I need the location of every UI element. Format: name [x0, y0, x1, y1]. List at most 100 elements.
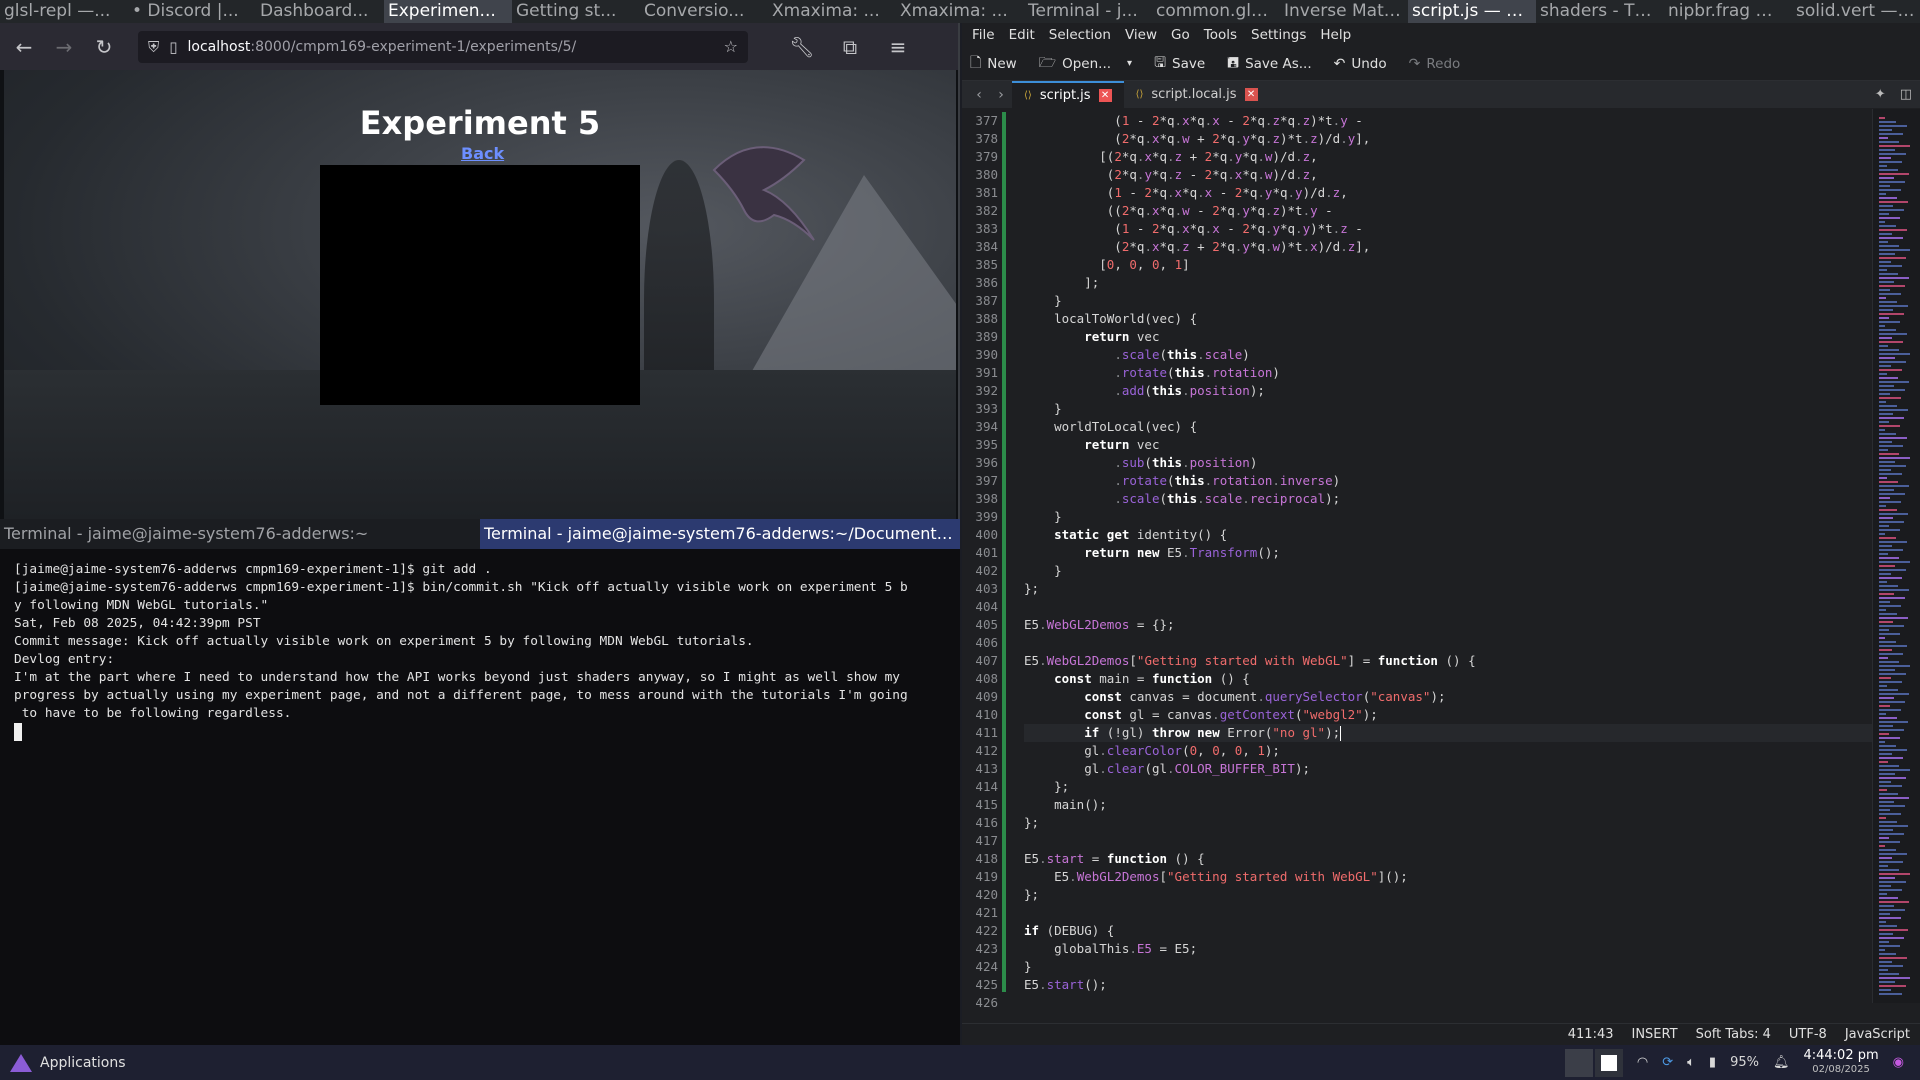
- code-line[interactable]: [(2*q.x*q.z + 2*q.y*q.w)/d.z,: [1024, 148, 1872, 166]
- code-line[interactable]: return vec: [1024, 436, 1872, 454]
- indent-mode[interactable]: Soft Tabs: 4: [1696, 1027, 1771, 1042]
- code-line[interactable]: }: [1024, 958, 1872, 976]
- code-line[interactable]: E5.start = function () {: [1024, 850, 1872, 868]
- code-line[interactable]: [1024, 634, 1872, 652]
- code-text[interactable]: (1 - 2*q.x*q.x - 2*q.z*q.z)*t.y - (2*q.x…: [1006, 109, 1872, 1003]
- wrench-icon[interactable]: 🔧︎: [786, 31, 818, 63]
- code-line[interactable]: };: [1024, 778, 1872, 796]
- reload-icon[interactable]: ↻: [88, 31, 120, 63]
- volume-icon[interactable]: 🔈︎: [1687, 1055, 1695, 1070]
- code-line[interactable]: localToWorld(vec) {: [1024, 310, 1872, 328]
- syntax-language[interactable]: JavaScript: [1845, 1027, 1910, 1042]
- menu-tools[interactable]: Tools: [1204, 27, 1237, 43]
- workspace-1[interactable]: [1564, 1048, 1593, 1077]
- code-line[interactable]: ((2*q.x*q.w - 2*q.y*q.z)*t.y -: [1024, 202, 1872, 220]
- terminal-output[interactable]: [jaime@jaime-system76-adderws cmpm169-ex…: [0, 549, 960, 753]
- code-line[interactable]: (1 - 2*q.x*q.x - 2*q.z*q.z)*t.y -: [1024, 112, 1872, 130]
- code-line[interactable]: .scale(this.scale): [1024, 346, 1872, 364]
- menu-view[interactable]: View: [1125, 27, 1157, 43]
- back-arrow-icon[interactable]: ←: [8, 31, 40, 63]
- code-line[interactable]: (1 - 2*q.x*q.x - 2*q.y*q.y)*t.z -: [1024, 220, 1872, 238]
- code-line[interactable]: .rotate(this.rotation): [1024, 364, 1872, 382]
- open-button[interactable]: 🗁 Open... ▾: [1039, 52, 1132, 76]
- code-line[interactable]: return vec: [1024, 328, 1872, 346]
- menu-file[interactable]: File: [972, 27, 995, 43]
- window-tab[interactable]: Terminal - j...: [1024, 0, 1152, 23]
- menu-edit[interactable]: Edit: [1009, 27, 1035, 43]
- code-line[interactable]: [1024, 598, 1872, 616]
- window-tab[interactable]: Inverse Matrix Ca...: [1280, 0, 1408, 23]
- cursor-position[interactable]: 411:43: [1568, 1027, 1614, 1042]
- code-line[interactable]: [0, 0, 0, 1]: [1024, 256, 1872, 274]
- bookmark-star-icon[interactable]: ☆: [724, 37, 738, 56]
- editor-tab[interactable]: ⟨⟩ script.local.js ✕: [1124, 81, 1270, 108]
- notification-bell-icon[interactable]: 🔔︎: [1773, 1055, 1790, 1070]
- encoding[interactable]: UTF-8: [1789, 1027, 1827, 1042]
- window-tab[interactable]: Xmaxima: ...: [896, 0, 1024, 23]
- close-tab-icon[interactable]: ✕: [1244, 88, 1258, 101]
- code-line[interactable]: (2*q.x*q.w + 2*q.y*q.z)*t.z)/d.y],: [1024, 130, 1872, 148]
- window-tab[interactable]: glsl-repl —...: [0, 0, 128, 23]
- window-tab[interactable]: solid.vert — KWrite: [1792, 0, 1920, 23]
- new-button[interactable]: 🗋 New: [970, 52, 1017, 76]
- code-line[interactable]: .add(this.position);: [1024, 382, 1872, 400]
- editor-tab[interactable]: ⟨⟩ script.js ✕: [1012, 81, 1124, 108]
- code-line[interactable]: E5.WebGL2Demos["Getting started with Web…: [1024, 868, 1872, 886]
- applications-button[interactable]: Applications: [10, 1053, 126, 1072]
- extensions-icon[interactable]: ⧉: [834, 31, 866, 63]
- shield-icon[interactable]: ⛨: [148, 38, 159, 56]
- code-line[interactable]: worldToLocal(vec) {: [1024, 418, 1872, 436]
- menu-go[interactable]: Go: [1171, 27, 1190, 43]
- window-tab[interactable]: Xmaxima: ...: [768, 0, 896, 23]
- code-line[interactable]: [1024, 904, 1872, 922]
- code-line[interactable]: const gl = canvas.getContext("webgl2");: [1024, 706, 1872, 724]
- minimap-scrollbar[interactable]: [1872, 109, 1920, 1003]
- code-line[interactable]: return new E5.Transform();: [1024, 544, 1872, 562]
- terminal-tab[interactable]: Terminal - jaime@jaime-system76-adderws:…: [0, 519, 480, 549]
- wifi-icon[interactable]: ◠: [1637, 1055, 1648, 1070]
- code-line[interactable]: E5.start();: [1024, 976, 1872, 994]
- window-tab[interactable]: common.glsl — ...: [1152, 0, 1280, 23]
- code-line[interactable]: main();: [1024, 796, 1872, 814]
- forward-arrow-icon[interactable]: →: [48, 31, 80, 63]
- code-line[interactable]: };: [1024, 580, 1872, 598]
- menu-icon[interactable]: ≡: [882, 31, 914, 63]
- undo-button[interactable]: ↶ Undo: [1334, 56, 1387, 72]
- save-as-button[interactable]: 🖪 Save As...: [1227, 52, 1312, 76]
- window-tab[interactable]: shaders - Thunar: [1536, 0, 1664, 23]
- status-circle-icon[interactable]: ◉: [1893, 1055, 1904, 1070]
- code-line[interactable]: if (!gl) throw new Error("no gl");: [1024, 724, 1872, 742]
- code-line[interactable]: (1 - 2*q.x*q.x - 2*q.y*q.y)/d.z,: [1024, 184, 1872, 202]
- redo-button[interactable]: ↷ Redo: [1409, 56, 1461, 72]
- code-line[interactable]: .scale(this.scale.reciprocal);: [1024, 490, 1872, 508]
- code-line[interactable]: globalThis.E5 = E5;: [1024, 940, 1872, 958]
- code-line[interactable]: };: [1024, 814, 1872, 832]
- code-line[interactable]: if (DEBUG) {: [1024, 922, 1872, 940]
- code-line[interactable]: const main = function () {: [1024, 670, 1872, 688]
- code-line[interactable]: ];: [1024, 274, 1872, 292]
- code-editor[interactable]: 377 378 379 380 381 382 383 384 385 386 387 388 389 3…: [962, 109, 1920, 1010]
- window-tab[interactable]: Conversio...: [640, 0, 768, 23]
- code-line[interactable]: .rotate(this.rotation.inverse): [1024, 472, 1872, 490]
- menu-settings[interactable]: Settings: [1251, 27, 1306, 43]
- back-link[interactable]: Back: [461, 144, 504, 163]
- window-tab[interactable]: • Discord |...: [128, 0, 256, 23]
- pin-icon[interactable]: ✦: [1875, 87, 1886, 102]
- url-bar[interactable]: ⛨ ▯ localhost:8000/cmpm169-experiment-1/…: [138, 30, 748, 63]
- menu-help[interactable]: Help: [1320, 27, 1351, 43]
- code-line[interactable]: [1024, 832, 1872, 850]
- chevron-left-icon[interactable]: ‹: [968, 87, 990, 103]
- update-icon[interactable]: ⟳: [1662, 1055, 1673, 1070]
- menu-selection[interactable]: Selection: [1049, 27, 1111, 43]
- code-line[interactable]: [1024, 994, 1872, 1012]
- code-line[interactable]: }: [1024, 508, 1872, 526]
- code-line[interactable]: }: [1024, 292, 1872, 310]
- code-line[interactable]: static get identity() {: [1024, 526, 1872, 544]
- workspace-switcher[interactable]: [1564, 1048, 1623, 1077]
- battery-icon[interactable]: ▮: [1709, 1055, 1716, 1070]
- code-line[interactable]: .sub(this.position): [1024, 454, 1872, 472]
- window-tab[interactable]: script.js — KWrite: [1408, 0, 1536, 23]
- window-tab[interactable]: nipbr.frag — KWr...: [1664, 0, 1792, 23]
- code-line[interactable]: E5.WebGL2Demos["Getting started with Web…: [1024, 652, 1872, 670]
- code-line[interactable]: (2*q.x*q.z + 2*q.y*q.w)*t.x)/d.z],: [1024, 238, 1872, 256]
